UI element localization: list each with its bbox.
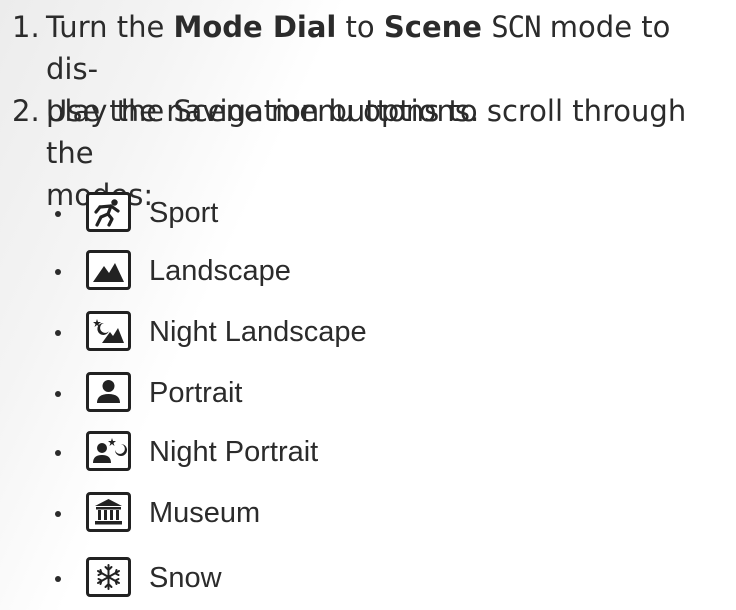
- mode-label-portrait: Portrait: [149, 377, 243, 409]
- bullet-dot: [55, 391, 61, 397]
- mode-label-snow: Snow: [149, 562, 222, 594]
- list-item-night-landscape: Night Landscape: [0, 309, 736, 359]
- step-1-text-line-1: Turn the Mode Dial to Scene SCN mode to …: [46, 6, 722, 90]
- mode-dial-term: Mode Dial: [173, 10, 337, 44]
- list-item-portrait: Portrait: [0, 370, 736, 420]
- snow-icon: [86, 557, 131, 597]
- step-2-text-line-1: Use the navigation buttons to scroll thr…: [46, 94, 687, 170]
- mode-label-museum: Museum: [149, 497, 261, 529]
- list-item-night-portrait: Night Portrait: [0, 429, 736, 479]
- scene-mode-list: Sport Landscape Night Landscape Portrait…: [0, 190, 736, 610]
- mode-label-sport: Sport: [149, 197, 219, 229]
- night-portrait-icon: [86, 431, 131, 471]
- bullet-dot: [55, 450, 61, 456]
- step-1-text-part: to: [336, 10, 384, 44]
- scene-term: Scene: [383, 10, 482, 44]
- night-landscape-icon: [86, 311, 131, 351]
- museum-icon: [86, 492, 131, 532]
- step-1-number: 1.: [12, 10, 40, 44]
- manual-page: 1. Turn the Mode Dial to Scene SCN mode …: [0, 0, 736, 610]
- bullet-dot: [55, 330, 61, 336]
- mode-label-night-portrait: Night Portrait: [149, 436, 319, 468]
- bullet-dot: [55, 576, 61, 582]
- scn-mode-symbol: SCN: [491, 10, 541, 44]
- step-1-text-part: [482, 10, 491, 44]
- list-item-landscape: Landscape: [0, 248, 736, 298]
- bullet-dot: [55, 211, 61, 217]
- mode-label-landscape: Landscape: [149, 255, 291, 287]
- landscape-icon: [86, 250, 131, 290]
- list-item-museum: Museum: [0, 490, 736, 540]
- step-2-number: 2.: [12, 94, 40, 128]
- mode-label-night-landscape: Night Landscape: [149, 316, 367, 348]
- bullet-dot: [55, 511, 61, 517]
- portrait-icon: [86, 372, 131, 412]
- bullet-dot: [55, 269, 61, 275]
- list-item-sport: Sport: [0, 190, 736, 240]
- step-1-text-part: Turn the: [46, 10, 174, 44]
- sport-icon: [86, 192, 131, 232]
- list-item-snow: Snow: [0, 555, 736, 605]
